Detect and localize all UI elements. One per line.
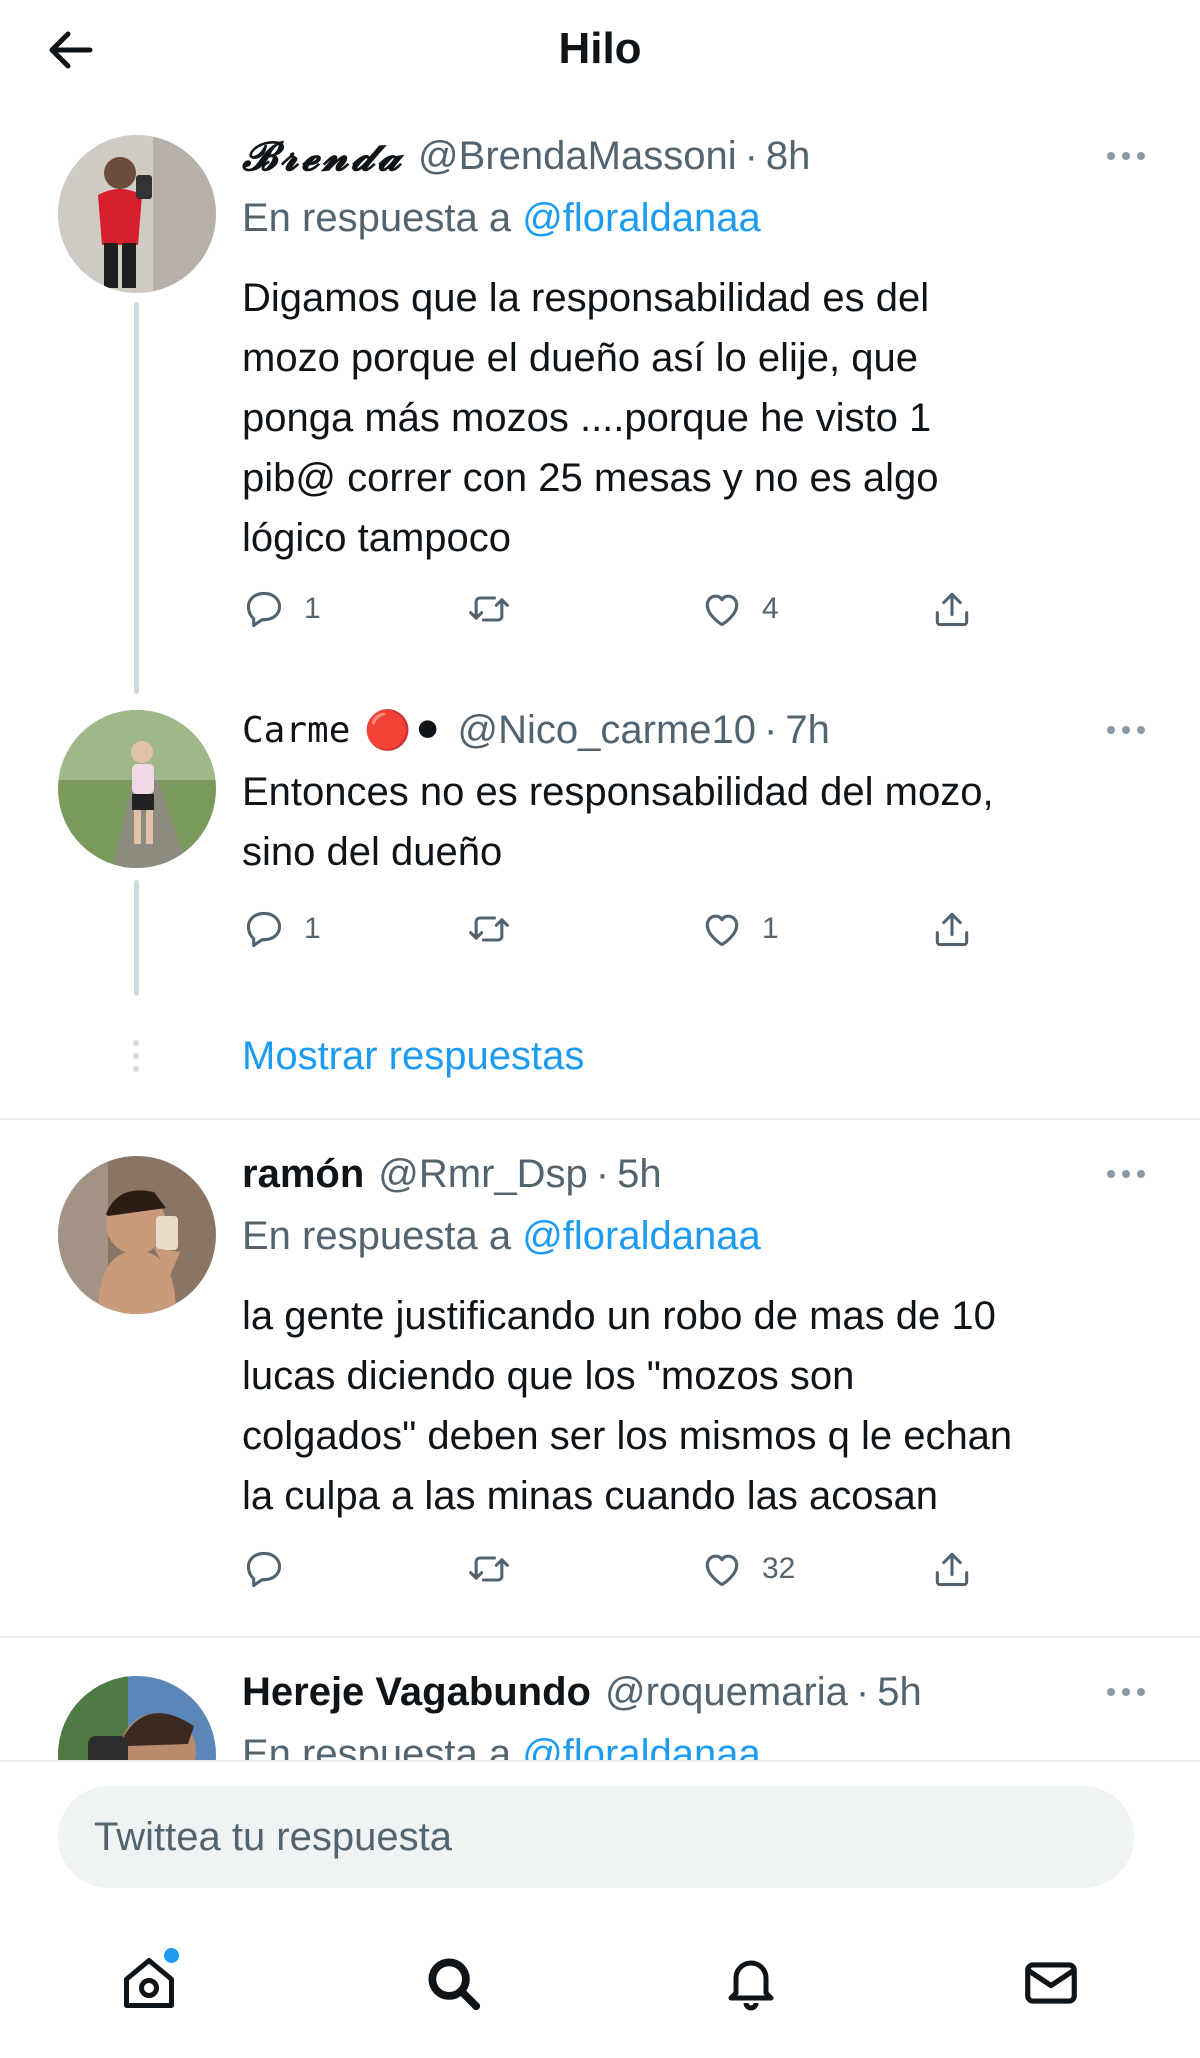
tweet-hereje[interactable]: Hereje Vagabundo @roquemaria · 5h En res…	[0, 1640, 1200, 1760]
username[interactable]: @roquemaria	[605, 1670, 848, 1715]
tweet-header: ramón @Rmr_Dsp · 5h	[242, 1146, 1120, 1202]
reply-composer	[0, 1760, 1200, 1900]
tweet-text: la gente justificando un robo de mas de …	[242, 1294, 1013, 1518]
bottom-nav	[0, 1900, 1200, 2058]
mail-icon	[1025, 1962, 1077, 2004]
more-horizontal-icon	[1107, 1688, 1145, 1696]
display-name[interactable]: Hereje Vagabundo	[242, 1670, 591, 1715]
comment-icon	[246, 1551, 282, 1588]
more-options-button[interactable]	[1096, 1154, 1156, 1194]
divider	[0, 1636, 1200, 1638]
like-count: 32	[762, 1552, 796, 1585]
reply-context: En respuesta a @floraldanaa	[242, 1732, 761, 1760]
reply-prefix: En respuesta a	[242, 1732, 512, 1760]
more-options-button[interactable]	[1096, 1672, 1156, 1712]
nav-search[interactable]	[418, 1948, 488, 2018]
display-name[interactable]: ramón	[242, 1152, 364, 1197]
nav-messages[interactable]	[1016, 1948, 1086, 2018]
reply-input[interactable]	[58, 1786, 1134, 1888]
reply-button[interactable]	[242, 1544, 304, 1594]
home-notification-dot	[164, 1948, 179, 1963]
separator-dot: ·	[595, 1151, 610, 1196]
avatar[interactable]	[58, 1156, 216, 1314]
username[interactable]: @Rmr_Dsp	[378, 1152, 588, 1197]
share-icon	[935, 1552, 969, 1587]
more-horizontal-icon	[1107, 1170, 1145, 1178]
avatar[interactable]	[58, 1676, 216, 1760]
tweet-header: Hereje Vagabundo @roquemaria · 5h	[242, 1664, 1120, 1720]
reply-mention-link[interactable]: @floraldanaa	[522, 1214, 761, 1258]
tweet-actions: 32	[242, 1544, 1022, 1594]
reply-context: En respuesta a @floraldanaa	[242, 1214, 761, 1259]
tweet-ramon[interactable]: ramón @Rmr_Dsp · 5h En respuesta a @flor…	[0, 0, 1200, 1630]
like-button[interactable]: 32	[700, 1544, 795, 1594]
search-icon	[428, 1958, 481, 2011]
heart-icon	[705, 1554, 739, 1587]
timestamp[interactable]: 5h	[877, 1670, 922, 1715]
retweet-button[interactable]	[467, 1544, 529, 1594]
retweet-icon	[469, 1556, 509, 1582]
bell-icon	[728, 1960, 774, 2011]
share-button[interactable]	[930, 1544, 974, 1594]
reply-mention-link[interactable]: @floraldanaa	[522, 1732, 761, 1760]
separator-dot: ·	[855, 1669, 870, 1714]
nav-notifications[interactable]	[716, 1948, 786, 2018]
timestamp[interactable]: 5h	[617, 1152, 662, 1197]
reply-prefix: En respuesta a	[242, 1214, 512, 1258]
